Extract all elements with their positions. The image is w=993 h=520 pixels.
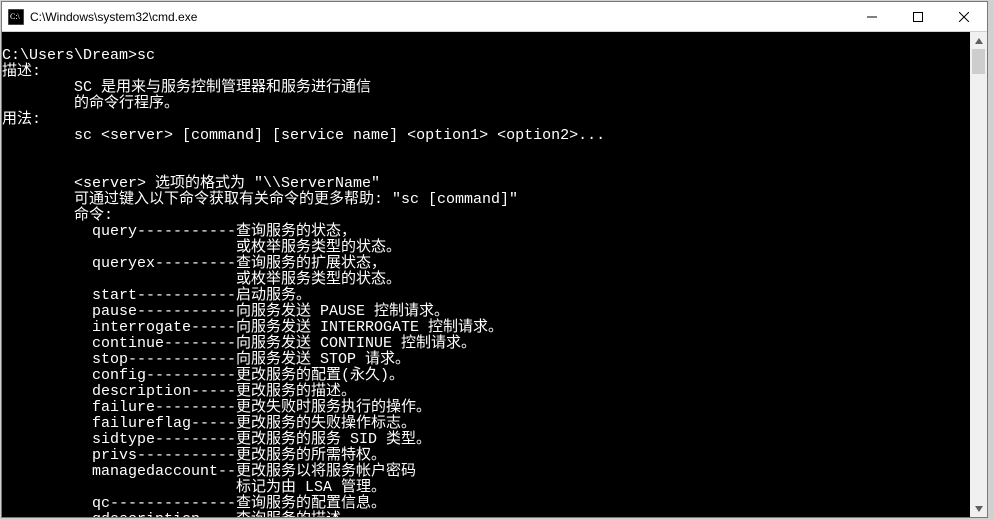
console-line: continue--------向服务发送 CONTINUE 控制请求。 <box>2 335 476 352</box>
window-title: C:\Windows\system32\cmd.exe <box>30 10 849 24</box>
console-line: 的命令行程序。 <box>2 95 179 112</box>
console-line: sc <server> [command] [service name] <op… <box>2 127 605 144</box>
window-controls <box>849 2 987 31</box>
console-line: 命令: <box>2 207 113 224</box>
scroll-thumb[interactable] <box>972 49 985 74</box>
console-line: privs-----------更改服务的所需特权。 <box>2 447 386 464</box>
console-line: SC 是用来与服务控制管理器和服务进行通信 <box>2 79 371 96</box>
console-line: query-----------查询服务的状态， <box>2 223 356 240</box>
console-output: C:\Users\Dream>sc 描述: SC 是用来与服务控制管理器和服务进… <box>2 32 970 517</box>
close-button[interactable] <box>941 2 987 31</box>
console-line: 用法: <box>2 111 41 128</box>
console-line: failure---------更改失败时服务执行的操作。 <box>2 399 431 416</box>
scroll-down-button[interactable] <box>970 500 987 517</box>
console-line: 描述: <box>2 63 41 80</box>
console-line: managedaccount--更改服务以将服务帐户密码 <box>2 463 416 480</box>
console-line: queryex---------查询服务的扩展状态， <box>2 255 386 272</box>
console-line: 或枚举服务类型的状态。 <box>2 271 401 288</box>
console-line: pause-----------向服务发送 PAUSE 控制请求。 <box>2 303 449 320</box>
console-line: sidtype---------更改服务的服务 SID 类型。 <box>2 431 431 448</box>
console-line: qc--------------查询服务的配置信息。 <box>2 495 386 512</box>
scroll-up-button[interactable] <box>970 32 987 49</box>
console-line: C:\Users\Dream>sc <box>2 47 155 64</box>
console-area[interactable]: C:\Users\Dream>sc 描述: SC 是用来与服务控制管理器和服务进… <box>2 32 987 517</box>
minimize-button[interactable] <box>849 2 895 31</box>
console-line: <server> 选项的格式为 "\\ServerName" <box>2 175 380 192</box>
console-line: 可通过键入以下命令获取有关命令的更多帮助: "sc [command]" <box>2 191 518 208</box>
console-line: interrogate-----向服务发送 INTERROGATE 控制请求。 <box>2 319 503 336</box>
console-line: stop------------向服务发送 STOP 请求。 <box>2 351 410 368</box>
cmd-window: C:\ C:\Windows\system32\cmd.exe C:\Users… <box>1 1 988 518</box>
console-line: description-----更改服务的描述。 <box>2 383 356 400</box>
console-line: 或枚举服务类型的状态。 <box>2 239 401 256</box>
console-line: config----------更改服务的配置(永久)。 <box>2 367 404 384</box>
svg-text:C:\: C:\ <box>10 12 21 21</box>
titlebar[interactable]: C:\ C:\Windows\system32\cmd.exe <box>2 2 987 32</box>
cmd-icon: C:\ <box>8 9 24 25</box>
console-line: qdescription----查询服务的描述。 <box>2 511 356 517</box>
scroll-track[interactable] <box>970 49 987 500</box>
maximize-button[interactable] <box>895 2 941 31</box>
console-line: 标记为由 LSA 管理。 <box>2 479 386 496</box>
console-line: failureflag-----更改服务的失败操作标志。 <box>2 415 416 432</box>
console-line: start-----------启动服务。 <box>2 287 311 304</box>
vertical-scrollbar[interactable] <box>970 32 987 517</box>
